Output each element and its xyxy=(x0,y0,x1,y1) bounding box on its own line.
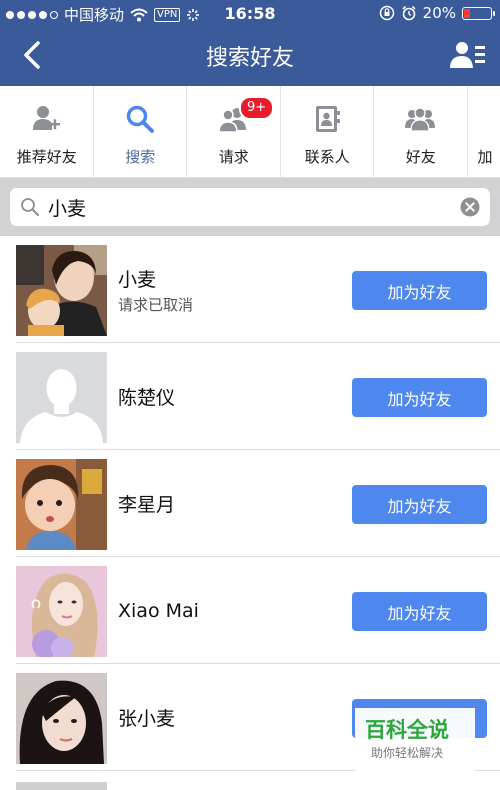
clear-search-icon[interactable] xyxy=(460,197,480,217)
result-name-block: 陈楚仪 xyxy=(118,343,175,450)
contacts-book-icon xyxy=(315,106,340,132)
category-tabs: 推荐好友 搜索 9+ 请求 联系人 好友 加 xyxy=(0,86,500,178)
battery-fill xyxy=(464,8,470,18)
next-avatar-partial xyxy=(16,782,107,790)
result-row[interactable]: 小麦 请求已取消 加为好友 xyxy=(16,236,500,343)
result-row[interactable]: Xiao Mai 加为好友 xyxy=(16,557,500,664)
tab-contacts[interactable]: 联系人 xyxy=(281,86,374,178)
tab-search[interactable]: 搜索 xyxy=(94,86,187,178)
result-name: Xiao Mai xyxy=(118,599,199,622)
search-icon xyxy=(21,198,39,216)
tab-requests[interactable]: 9+ 请求 xyxy=(187,86,281,178)
result-name-block: 张小麦 xyxy=(118,664,175,771)
search-icon xyxy=(126,105,154,133)
avatar[interactable] xyxy=(16,245,107,336)
tab-label: 加 xyxy=(477,148,493,166)
watermark: 百科全说 助你轻松解决 xyxy=(355,708,475,788)
result-row[interactable]: 陈楚仪 加为好友 xyxy=(16,343,500,450)
requests-badge: 9+ xyxy=(239,96,275,120)
avatar[interactable] xyxy=(16,459,107,550)
result-name: 陈楚仪 xyxy=(118,387,176,409)
request-status: 请求已取消 xyxy=(118,295,194,314)
person-add-icon xyxy=(33,106,61,130)
group-icon xyxy=(405,107,436,132)
search-results-list: 小麦 请求已取消 加为好友 陈楚仪 加为好友 李星月 加为好友 Xiao Mai… xyxy=(0,236,500,771)
result-name-block: Xiao Mai xyxy=(118,557,199,664)
top-bar: 中国移动 VPN 16:58 20% 搜索好友 xyxy=(0,0,500,86)
tab-recommended-friends[interactable]: 推荐好友 xyxy=(0,86,94,178)
add-friend-button[interactable]: 加为好友 xyxy=(352,378,487,417)
default-avatar-icon[interactable] xyxy=(16,352,107,443)
alarm-icon xyxy=(402,5,416,21)
result-name: 张小麦 xyxy=(118,708,176,730)
add-friend-button[interactable]: 加为好友 xyxy=(352,485,487,524)
tab-friends[interactable]: 好友 xyxy=(374,86,468,178)
status-right: 20% xyxy=(379,4,495,22)
add-friend-button[interactable]: 加为好友 xyxy=(352,592,487,631)
status-bar: 中国移动 VPN 16:58 20% xyxy=(0,0,500,28)
tab-label: 推荐好友 xyxy=(16,148,77,166)
result-name-block: 小麦 请求已取消 xyxy=(118,236,193,343)
battery-percent: 20% xyxy=(422,4,456,22)
search-box xyxy=(10,188,490,226)
tab-label: 请求 xyxy=(218,148,249,166)
tab-label: 搜索 xyxy=(125,148,156,166)
person-list-icon[interactable] xyxy=(450,40,486,70)
watermark-subtitle: 助你轻松解决 xyxy=(371,746,444,760)
tab-label: 好友 xyxy=(405,148,436,166)
search-bar-area xyxy=(0,178,500,236)
avatar[interactable] xyxy=(16,566,107,657)
avatar[interactable] xyxy=(16,673,107,764)
result-name: 李星月 xyxy=(118,494,176,516)
page-title: 搜索好友 xyxy=(205,46,294,71)
battery-icon xyxy=(462,6,495,20)
tab-label: 联系人 xyxy=(304,148,350,166)
add-friend-button[interactable]: 加为好友 xyxy=(352,271,487,310)
watermark-title: 百科全说 xyxy=(365,718,449,742)
search-input[interactable] xyxy=(48,192,448,222)
result-row[interactable]: 李星月 加为好友 xyxy=(16,450,500,557)
tab-more[interactable]: 加 xyxy=(468,86,500,178)
result-name: 小麦 xyxy=(118,268,157,291)
result-name-block: 李星月 xyxy=(118,450,175,557)
rotation-lock-icon xyxy=(379,5,394,21)
